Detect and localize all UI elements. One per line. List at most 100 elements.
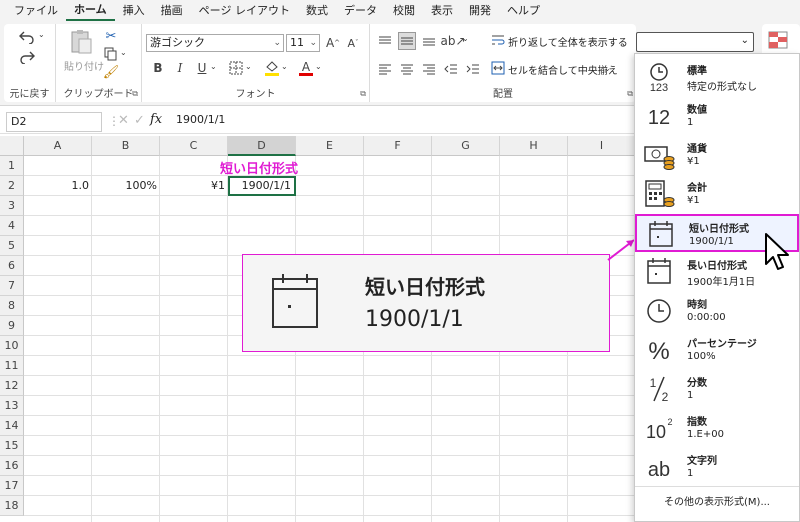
font-size-input[interactable]: 11 ⌄ [286,34,320,52]
row-header[interactable]: 1 [0,156,24,176]
cell-d2[interactable]: 1900/1/1 [228,176,296,196]
menu-item[interactable]: ホーム [66,1,115,21]
undo-icon[interactable] [16,28,38,46]
increase-indent-icon[interactable] [464,60,482,78]
row-header[interactable]: 12 [0,376,24,396]
number-format-select[interactable]: ⌄ [636,32,754,52]
row-header[interactable]: 13 [0,396,24,416]
merge-center-icon[interactable] [490,60,506,76]
align-top-icon[interactable] [376,32,394,50]
chevron-down-icon[interactable]: ⌄ [210,62,217,71]
row-header[interactable]: 6 [0,256,24,276]
dialog-launcher-icon[interactable]: ⧉ [360,89,366,99]
cell-b2[interactable]: 100% [92,176,160,196]
number-format-option[interactable]: 123 標準 特定の形式なし [635,58,799,96]
cancel-icon[interactable]: ✕ [118,113,129,128]
chevron-down-icon[interactable]: ⌄ [315,62,322,71]
redo-icon[interactable] [16,48,38,66]
column-header[interactable]: E [296,136,364,156]
menu-item[interactable]: 描画 [153,0,191,22]
row-header[interactable]: 16 [0,456,24,476]
conditional-format-icon[interactable] [766,30,790,50]
chevron-down-icon[interactable]: ⌄ [281,62,288,71]
menu-item[interactable]: 数式 [298,0,336,22]
decrease-font-icon[interactable]: Aˇ [344,34,362,52]
wrap-text-icon[interactable] [490,32,506,48]
chevron-down-icon[interactable]: ⌄ [120,48,127,57]
menu-item[interactable]: ヘルプ [499,0,548,22]
row-header[interactable]: 11 [0,356,24,376]
chevron-down-icon[interactable]: ⌄ [462,34,469,43]
number-format-option[interactable]: 1 2 分数 1 [635,370,799,408]
number-format-option[interactable]: 10 2 指数 1.E+00 [635,409,799,447]
chevron-down-icon[interactable]: ⌄ [38,30,45,39]
font-color-icon[interactable]: A [298,58,314,78]
number-format-option[interactable]: ab 文字列 1 [635,448,799,486]
column-header[interactable]: D [228,136,296,156]
formula-input[interactable]: 1900/1/1 [176,113,225,126]
chevron-down-icon[interactable]: ⌄ [245,62,252,71]
menu-item[interactable]: 挿入 [115,0,153,22]
align-bottom-icon[interactable] [420,32,438,50]
menu-item[interactable]: 開発 [461,0,499,22]
row-header[interactable]: 2 [0,176,24,196]
paste-label[interactable]: 貼り付け [64,58,104,73]
column-header[interactable]: I [568,136,636,156]
font-name-input[interactable]: 游ゴシック ⌄ [146,34,284,52]
align-left-icon[interactable] [376,60,394,78]
wrap-text-button[interactable]: 折り返して全体を表示する [508,34,628,49]
menu-item[interactable]: 表示 [423,0,461,22]
align-center-icon[interactable] [398,60,416,78]
format-painter-icon[interactable]: 🖌 [102,64,120,80]
menu-item[interactable]: データ [336,0,385,22]
row-header[interactable]: 4 [0,216,24,236]
fill-color-icon[interactable] [264,58,280,78]
copy-icon[interactable] [102,46,120,62]
row-header[interactable]: 10 [0,336,24,356]
increase-font-icon[interactable]: A ^ [324,34,342,52]
row-header[interactable]: 18 [0,496,24,516]
row-header[interactable]: 7 [0,276,24,296]
insert-function-icon[interactable]: fx [150,112,162,127]
more-number-formats-link[interactable]: その他の表示形式(M)... [635,486,799,520]
row-header[interactable]: 9 [0,316,24,336]
italic-icon[interactable]: I [172,60,188,76]
row-header[interactable]: 14 [0,416,24,436]
row-header[interactable]: 17 [0,476,24,496]
enter-icon[interactable]: ✓ [134,113,145,128]
number-format-option[interactable]: 会計 ¥1 [635,175,799,213]
cut-icon[interactable]: ✂ [102,28,120,44]
cell-a2[interactable]: 1.0 [24,176,92,196]
underline-icon[interactable]: U [194,60,210,76]
decrease-indent-icon[interactable] [442,60,460,78]
number-format-option[interactable]: 12 数値 1 [635,97,799,135]
align-right-icon[interactable] [420,60,438,78]
column-header[interactable]: C [160,136,228,156]
menu-item[interactable]: 校閲 [385,0,423,22]
chevron-down-icon[interactable]: ⌄ [604,64,611,73]
select-all-corner[interactable] [0,136,24,156]
cell-c2[interactable]: ¥1 [160,176,228,196]
number-format-option[interactable]: 時刻 0:00:00 [635,292,799,330]
dialog-launcher-icon[interactable]: ⧉ [132,89,138,99]
bold-icon[interactable]: B [150,60,166,76]
align-middle-icon[interactable] [398,32,416,50]
row-header[interactable]: 15 [0,436,24,456]
dialog-launcher-icon[interactable]: ⧉ [627,89,633,99]
merge-center-button[interactable]: セルを結合して中央揃え [508,62,618,77]
column-header[interactable]: B [92,136,160,156]
number-format-option[interactable]: 通貨 ¥1 [635,136,799,174]
number-format-option[interactable]: % パーセンテージ 100% [635,331,799,369]
border-icon[interactable] [228,60,244,76]
orientation-icon[interactable]: ab↗ [440,32,465,50]
column-header[interactable]: G [432,136,500,156]
column-header[interactable]: H [500,136,568,156]
menu-item[interactable]: ファイル [6,0,66,22]
row-header[interactable]: 3 [0,196,24,216]
menu-item[interactable]: ページ レイアウト [191,0,298,22]
column-header[interactable]: A [24,136,92,156]
row-header[interactable]: 5 [0,236,24,256]
name-box[interactable]: D2 [6,112,102,132]
paste-icon[interactable] [66,28,96,56]
column-header[interactable]: F [364,136,432,156]
